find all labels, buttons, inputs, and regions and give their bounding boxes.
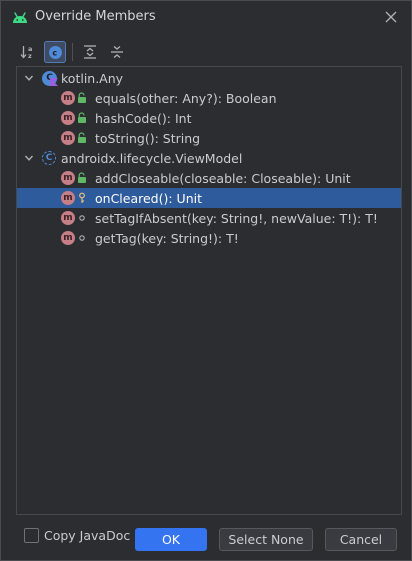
select-none-button[interactable]: Select None — [219, 528, 313, 551]
ok-button[interactable]: OK — [135, 528, 207, 551]
group-by-class-icon: c — [48, 45, 62, 59]
close-button[interactable] — [381, 7, 401, 27]
member-row[interactable]: m toString(): String — [17, 128, 401, 148]
member-label: getTag(key: String!): T! — [95, 230, 239, 246]
package-private-icon — [79, 215, 85, 221]
expand-all-icon — [84, 45, 96, 59]
public-lock-icon — [78, 132, 86, 143]
override-members-dialog: Override Members a z c C kotlin.Any m eq… — [0, 0, 412, 561]
public-lock-icon — [78, 172, 86, 183]
method-icon: m — [61, 111, 75, 125]
package-private-icon — [79, 235, 85, 241]
method-icon: m — [61, 131, 75, 145]
copy-javadoc-label: Copy JavaDoc — [44, 528, 131, 543]
abstract-class-icon: C — [42, 151, 56, 165]
group-name: androidx.lifecycle.ViewModel — [61, 150, 243, 166]
toolbar: a z c — [17, 39, 133, 65]
collapse-all-icon — [111, 46, 123, 58]
public-lock-icon — [78, 92, 86, 103]
public-lock-icon — [78, 112, 86, 123]
copy-javadoc-checkbox[interactable] — [24, 528, 39, 543]
member-label: onCleared(): Unit — [95, 190, 202, 206]
chevron-down-icon[interactable] — [23, 72, 35, 84]
expand-all-button[interactable] — [79, 41, 101, 63]
method-icon: m — [61, 91, 75, 105]
member-label: setTagIfAbsent(key: String!, newValue: T… — [95, 210, 378, 226]
collapse-all-button[interactable] — [106, 41, 128, 63]
method-icon: m — [61, 231, 75, 245]
cancel-button[interactable]: Cancel — [325, 528, 397, 551]
close-icon — [385, 11, 397, 23]
member-row[interactable]: m addCloseable(closeable: Closeable): Un… — [17, 168, 401, 188]
toolbar-separator — [72, 43, 73, 61]
tree-group-kotlin-any[interactable]: C kotlin.Any — [17, 68, 401, 88]
group-name: kotlin.Any — [61, 70, 124, 86]
method-icon: m — [61, 211, 75, 225]
tree-group-viewmodel[interactable]: C androidx.lifecycle.ViewModel — [17, 148, 401, 168]
sort-alphabetically-icon: a z — [20, 45, 32, 60]
member-row-selected[interactable]: m onCleared(): Unit — [17, 188, 401, 208]
method-icon: m — [61, 171, 75, 185]
members-tree[interactable]: C kotlin.Any m equals(other: Any?): Bool… — [16, 66, 402, 515]
member-row[interactable]: m setTagIfAbsent(key: String!, newValue:… — [17, 208, 401, 228]
dialog-title: Override Members — [35, 9, 156, 24]
member-label: toString(): String — [95, 130, 201, 146]
sort-alphabetically-button[interactable]: a z — [17, 41, 39, 63]
kotlin-badge-icon — [50, 78, 58, 86]
svg-text:c: c — [52, 48, 57, 57]
method-icon: m — [61, 191, 75, 205]
member-label: addCloseable(closeable: Closeable): Unit — [95, 170, 351, 186]
chevron-down-icon[interactable] — [23, 152, 35, 164]
member-row[interactable]: m equals(other: Any?): Boolean — [17, 88, 401, 108]
android-icon — [13, 12, 27, 23]
member-row[interactable]: m getTag(key: String!): T! — [17, 228, 401, 248]
group-by-class-button[interactable]: c — [44, 41, 66, 63]
svg-text:z: z — [28, 52, 32, 60]
protected-key-icon — [79, 192, 85, 203]
member-label: equals(other: Any?): Boolean — [95, 90, 277, 106]
member-label: hashCode(): Int — [95, 110, 192, 126]
member-row[interactable]: m hashCode(): Int — [17, 108, 401, 128]
title-bar: Override Members — [1, 1, 411, 33]
